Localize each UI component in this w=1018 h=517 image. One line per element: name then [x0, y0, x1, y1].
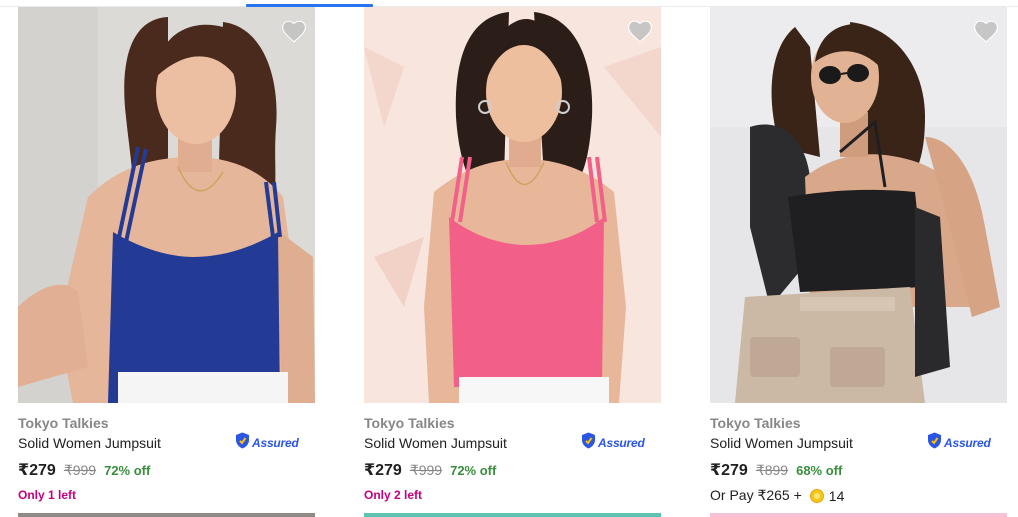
product-card[interactable]: Tokyo Talkies Solid Women Jumpsuit Assur…: [18, 7, 315, 517]
product-card[interactable]: Tokyo Talkies Solid Women Jumpsuit Assur…: [364, 7, 661, 517]
assured-shield-icon: [235, 432, 250, 454]
assured-shield-icon: [927, 432, 942, 454]
wishlist-button[interactable]: [627, 19, 661, 49]
assured-label: Assured: [944, 436, 991, 450]
heart-icon: [627, 19, 661, 43]
discount-percent: 68% off: [796, 463, 843, 478]
assured-badge: Assured: [927, 432, 991, 454]
product-brand: Tokyo Talkies: [18, 415, 109, 431]
product-image[interactable]: [364, 7, 661, 403]
price-row: ₹279 ₹999 72% off: [18, 460, 150, 480]
next-row-image-edge: [364, 513, 661, 517]
product-brand: Tokyo Talkies: [710, 415, 801, 431]
discount-percent: 72% off: [104, 463, 151, 478]
assured-label: Assured: [598, 436, 645, 450]
price-row: ₹279 ₹999 72% off: [364, 460, 496, 480]
heart-icon: [281, 19, 315, 43]
heart-icon: [973, 19, 1007, 43]
product-brand: Tokyo Talkies: [364, 415, 455, 431]
supercoin-icon: [809, 488, 824, 503]
supercoin-count: 14: [828, 487, 845, 504]
supercoin-pay-offer: Or Pay ₹265 + 14: [710, 487, 844, 504]
selling-price: ₹279: [364, 462, 402, 479]
wishlist-button[interactable]: [281, 19, 315, 49]
next-row-image-edge: [18, 513, 315, 517]
selling-price: ₹279: [710, 462, 748, 479]
product-title[interactable]: Solid Women Jumpsuit: [710, 435, 853, 451]
discount-percent: 72% off: [450, 463, 497, 478]
original-price: ₹999: [63, 462, 97, 478]
assured-badge: Assured: [235, 432, 299, 454]
selling-price: ₹279: [18, 462, 56, 479]
product-image[interactable]: [710, 7, 1007, 403]
original-price: ₹999: [409, 462, 443, 478]
product-image[interactable]: [18, 7, 315, 403]
next-row-image-edge: [710, 513, 1007, 517]
original-price: ₹899: [755, 462, 789, 478]
wishlist-button[interactable]: [973, 19, 1007, 49]
assured-shield-icon: [581, 432, 596, 454]
assured-label: Assured: [252, 436, 299, 450]
product-card[interactable]: Tokyo Talkies Solid Women Jumpsuit Assur…: [710, 7, 1007, 517]
stock-note: Only 2 left: [364, 488, 423, 502]
stock-note: Only 1 left: [18, 488, 77, 502]
price-row: ₹279 ₹899 68% off: [710, 460, 842, 480]
product-title[interactable]: Solid Women Jumpsuit: [364, 435, 507, 451]
assured-badge: Assured: [581, 432, 645, 454]
product-title[interactable]: Solid Women Jumpsuit: [18, 435, 161, 451]
pay-offer-text: Or Pay ₹265 +: [710, 487, 802, 503]
